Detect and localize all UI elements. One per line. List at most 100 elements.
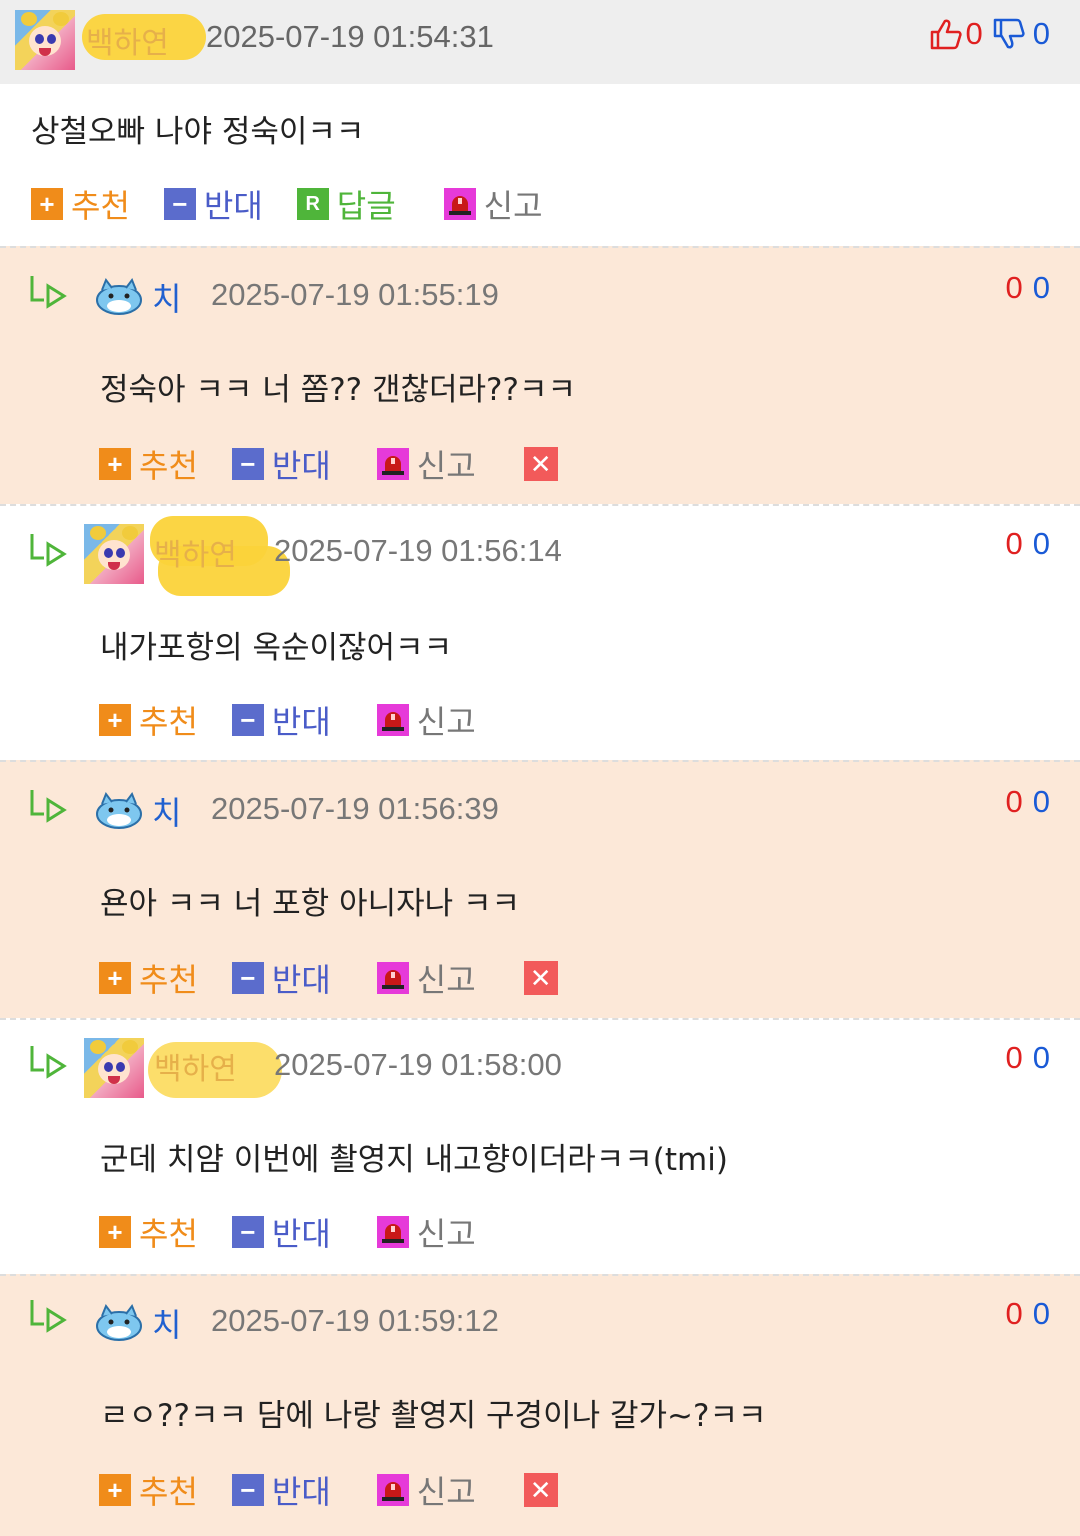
recommend-button[interactable]: + 추천 [99,955,198,1001]
oppose-label: 반대 [271,1215,331,1253]
plus-icon: + [99,962,131,994]
sailor-avatar[interactable] [84,1038,144,1098]
reply-arrow-icon [30,790,67,823]
oppose-label: 반대 [271,703,331,741]
like-count[interactable]: 0 [1006,526,1023,561]
timestamp: 2025-07-19 01:56:39 [211,791,499,826]
catbus-avatar-icon[interactable] [94,1302,144,1342]
reply-arrow-icon [30,1046,67,1079]
oppose-button[interactable]: − 반대 [231,441,331,487]
reply-item: 백하연 2025-07-19 01:56:14 00 내가포항의 옥순이잖어ㅋㅋ… [0,504,1080,760]
recommend-button[interactable]: + 추천 [99,1209,198,1255]
reply-button[interactable]: R 답글 [296,181,396,227]
nickname[interactable]: 치 [152,274,181,320]
reply-item: 치 2025-07-19 01:55:19 00 정숙아 ㅋㅋ 너 쫌?? 갠찮… [0,246,1080,504]
minus-icon: − [163,188,196,220]
comment-actions: + 추천 − 반대 신고 ✕ [99,1468,558,1512]
report-button[interactable]: 신고 [376,1209,476,1255]
timestamp: 2025-07-19 01:58:00 [274,1047,562,1082]
recommend-label: 추천 [139,447,198,485]
nickname[interactable]: 치 [152,788,181,834]
siren-icon [376,1216,409,1248]
comment-text: 내가포항의 옥순이잖어ㅋㅋ [100,630,453,666]
nickname[interactable]: 백하연 [154,1044,237,1088]
minus-icon: − [231,1474,264,1506]
report-label: 신고 [416,703,476,741]
oppose-button[interactable]: − 반대 [231,955,331,1001]
report-label: 신고 [416,447,476,485]
reply-label: 답글 [336,187,396,225]
minus-icon: − [231,704,264,736]
oppose-button[interactable]: − 반대 [231,1467,331,1513]
recommend-label: 추천 [71,187,130,225]
minus-icon: − [231,1216,264,1248]
siren-icon [376,704,409,736]
recommend-button[interactable]: + 추천 [99,697,198,743]
comment-text: 욘아 ㅋㅋ 너 포항 아니자나 ㅋㅋ [100,886,521,922]
siren-icon [376,1474,409,1506]
thumbs-up-icon[interactable] [928,16,964,52]
comment-actions: + 추천 − 반대 신고 ✕ [99,442,558,486]
plus-icon: + [99,704,131,736]
like-count[interactable]: 0 [1006,784,1023,819]
delete-icon[interactable]: ✕ [523,961,558,995]
catbus-avatar-icon[interactable] [94,790,144,830]
vote-counts: 00 [1006,526,1051,562]
dislike-count[interactable]: 0 [1033,270,1050,305]
reply-item: 치 2025-07-19 01:56:39 00 욘아 ㅋㅋ 너 포항 아니자나… [0,760,1080,1018]
recommend-label: 추천 [139,1473,198,1511]
vote-counts: 00 [1006,1040,1051,1076]
nickname[interactable]: 치 [152,1300,181,1346]
sailor-avatar[interactable] [15,10,75,70]
oppose-label: 반대 [271,447,331,485]
report-button[interactable]: 신고 [376,697,476,743]
delete-icon[interactable]: ✕ [523,447,558,481]
report-button[interactable]: 신고 [443,181,543,227]
recommend-button[interactable]: + 추천 [99,441,198,487]
recommend-button[interactable]: + 추천 [99,1467,198,1513]
oppose-button[interactable]: − 반대 [231,1209,331,1255]
siren-icon [376,448,409,480]
report-label: 신고 [416,1215,476,1253]
like-count[interactable]: 0 [1006,1296,1023,1331]
siren-icon [443,188,476,220]
comment-actions: + 추천 − 반대 신고 [99,1210,510,1254]
report-button[interactable]: 신고 [376,1467,476,1513]
thumbs-down-icon[interactable] [991,16,1027,52]
oppose-button[interactable]: − 반대 [163,181,263,227]
nickname[interactable]: 백하연 [154,530,237,574]
dislike-count[interactable]: 0 [1033,526,1050,561]
like-count[interactable]: 0 [1006,1040,1023,1075]
like-count[interactable]: 0 [1006,270,1023,305]
oppose-label: 반대 [271,961,331,999]
report-button[interactable]: 신고 [376,441,476,487]
comment-text: 군데 치얌 이번에 촬영지 내고향이더라ㅋㅋ(tmi) [100,1142,728,1178]
comment-text: ㄹㅇ??ㅋㅋ 담에 나랑 촬영지 구경이나 갈가~?ㅋㅋ [100,1398,767,1434]
report-button[interactable]: 신고 [376,955,476,1001]
like-count: 0 [965,16,983,51]
reply-item: 치 2025-07-19 01:59:12 00 ㄹㅇ??ㅋㅋ 담에 나랑 촬영… [0,1274,1080,1536]
plus-icon: + [99,448,131,480]
comment-actions: + 추천 − 반대 신고 ✕ [99,956,558,1000]
plus-icon: + [99,1216,131,1248]
report-label: 신고 [416,1473,476,1511]
reply-arrow-icon [30,534,67,567]
reply-icon: R [296,188,329,220]
oppose-label: 반대 [271,1473,331,1511]
report-label: 신고 [483,187,543,225]
vote-counts: 00 [1006,1296,1051,1332]
catbus-avatar-icon[interactable] [94,276,144,316]
dislike-count[interactable]: 0 [1033,1296,1050,1331]
timestamp: 2025-07-19 01:55:19 [211,277,499,312]
delete-icon[interactable]: ✕ [523,1473,558,1507]
nickname[interactable]: 백하연 [86,18,169,62]
dislike-count[interactable]: 0 [1033,784,1050,819]
dislike-count[interactable]: 0 [1033,1040,1050,1075]
reply-arrow-icon [30,1300,67,1333]
timestamp: 2025-07-19 01:56:14 [274,533,562,568]
vote-counts: 00 [1006,784,1051,820]
oppose-button[interactable]: − 반대 [231,697,331,743]
timestamp: 2025-07-19 01:54:31 [206,19,494,54]
recommend-button[interactable]: + 추천 [31,181,130,227]
sailor-avatar[interactable] [84,524,144,584]
